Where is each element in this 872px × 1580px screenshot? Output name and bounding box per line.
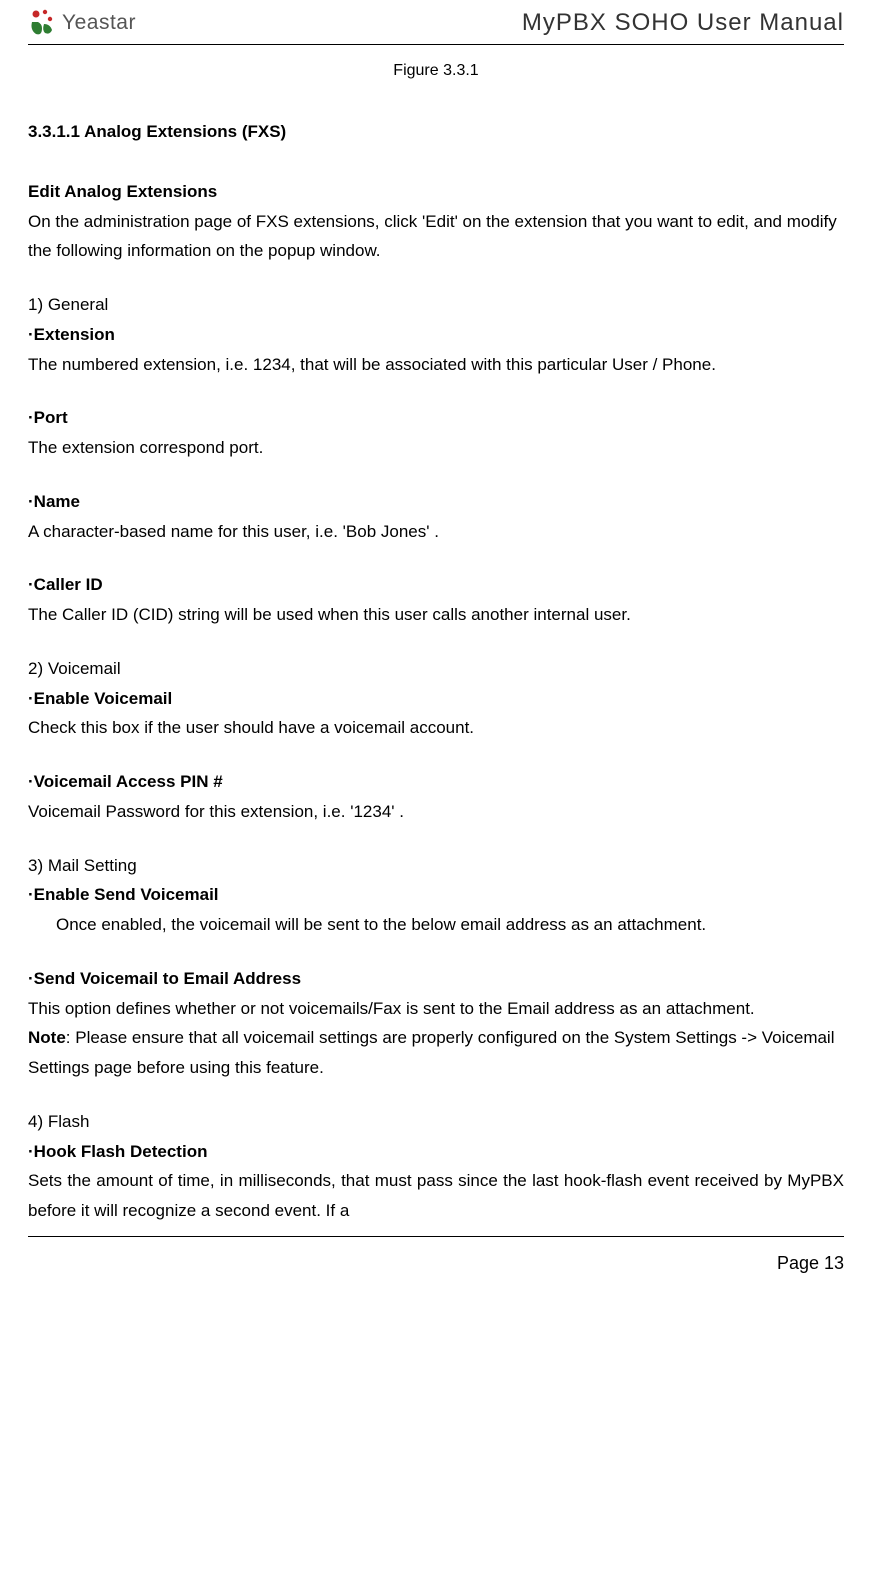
enable-voicemail-label: ·Enable Voicemail — [28, 684, 844, 714]
enable-send-label: ·Enable Send Voicemail — [28, 880, 844, 910]
yeastar-logo-icon — [28, 8, 58, 38]
note-line: Note: Please ensure that all voicemail s… — [28, 1023, 844, 1083]
section-title: 3.3.1.1 Analog Extensions (FXS) — [28, 117, 844, 147]
note-label: Note — [28, 1028, 66, 1047]
send-email-desc: This option defines whether or not voice… — [28, 994, 844, 1024]
flash-heading: 4) Flash — [28, 1107, 844, 1137]
note-desc: : Please ensure that all voicemail setti… — [28, 1028, 834, 1077]
figure-caption: Figure 3.3.1 — [28, 57, 844, 85]
logo: Yeastar — [28, 8, 136, 38]
logo-text: Yeastar — [62, 11, 136, 35]
enable-voicemail-desc: Check this box if the user should have a… — [28, 713, 844, 743]
port-label: ·Port — [28, 403, 844, 433]
send-email-label: ·Send Voicemail to Email Address — [28, 964, 844, 994]
name-label: ·Name — [28, 487, 844, 517]
page-content: Figure 3.3.1 3.3.1.1 Analog Extensions (… — [28, 45, 844, 1226]
extension-label: ·Extension — [28, 320, 844, 350]
enable-send-desc: Once enabled, the voicemail will be sent… — [28, 910, 844, 940]
hook-flash-desc: Sets the amount of time, in milliseconds… — [28, 1166, 844, 1226]
voicemail-heading: 2) Voicemail — [28, 654, 844, 684]
document-title: MyPBX SOHO User Manual — [522, 9, 844, 37]
port-desc: The extension correspond port. — [28, 433, 844, 463]
page-footer: Page 13 — [28, 1236, 844, 1294]
general-heading: 1) General — [28, 290, 844, 320]
voicemail-pin-desc: Voicemail Password for this extension, i… — [28, 797, 844, 827]
voicemail-pin-label: ·Voicemail Access PIN # — [28, 767, 844, 797]
callerid-desc: The Caller ID (CID) string will be used … — [28, 600, 844, 630]
mail-heading: 3) Mail Setting — [28, 851, 844, 881]
hook-flash-label: ·Hook Flash Detection — [28, 1137, 844, 1167]
page-header: Yeastar MyPBX SOHO User Manual — [28, 0, 844, 45]
page-number: Page 13 — [777, 1253, 844, 1273]
name-desc: A character-based name for this user, i.… — [28, 517, 844, 547]
edit-description: On the administration page of FXS extens… — [28, 207, 844, 267]
edit-heading: Edit Analog Extensions — [28, 177, 844, 207]
callerid-label: ·Caller ID — [28, 570, 844, 600]
extension-desc: The numbered extension, i.e. 1234, that … — [28, 350, 844, 380]
